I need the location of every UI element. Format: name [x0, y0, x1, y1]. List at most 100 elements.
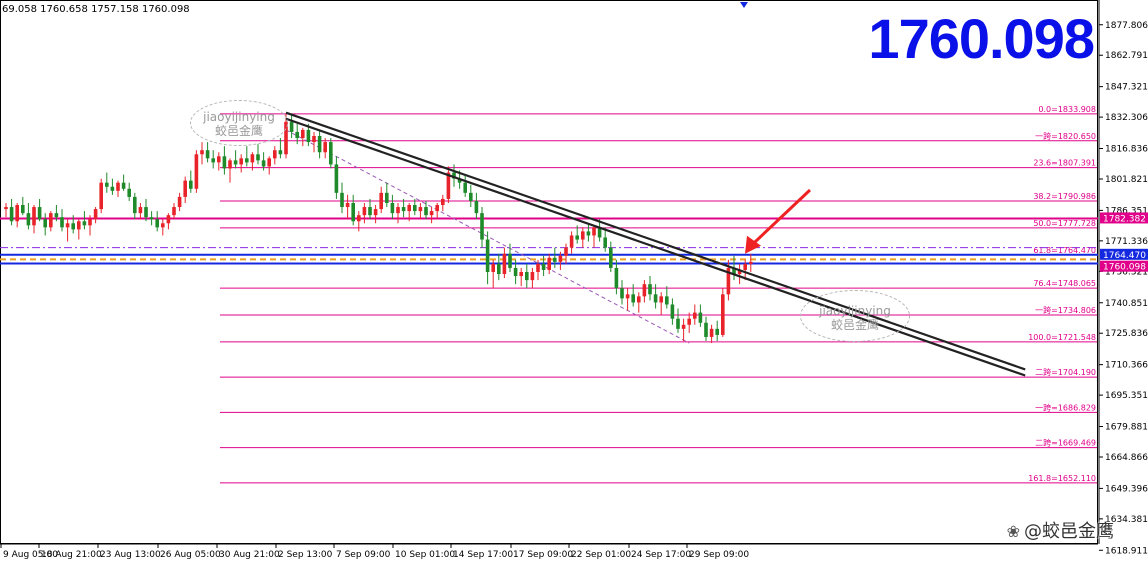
candle-body	[435, 205, 439, 212]
y-axis-tick-label: 1740.851	[1105, 299, 1148, 309]
y-axis-tick-label: 1847.321	[1105, 83, 1148, 93]
candle-body	[441, 198, 445, 206]
candle-body	[401, 207, 406, 212]
candle-body	[345, 202, 350, 208]
candle-body	[239, 158, 243, 165]
candle-body	[54, 213, 59, 218]
candle-body	[267, 158, 271, 167]
candle-body	[177, 196, 182, 208]
candle-body	[407, 205, 411, 212]
ohlc-readout: 69.058 1760.658 1757.158 1760.098	[2, 4, 190, 15]
candle-body	[357, 215, 361, 222]
fib-level-label: 二跨=1704.190	[1035, 368, 1096, 377]
fib-level-label: 二跨=1669.469	[1035, 439, 1096, 448]
candle-body	[43, 219, 47, 228]
candle-body	[502, 253, 507, 275]
current-price-display: 1760.098	[868, 7, 1095, 70]
x-axis-tick-label: 14 Sep 17:00	[453, 550, 513, 560]
candle-body	[485, 239, 490, 272]
candle-body	[49, 213, 53, 228]
candle-body	[37, 207, 42, 220]
candle-body	[278, 150, 283, 155]
x-axis-tick-label: 30 Aug 21:00	[219, 550, 280, 560]
y-axis-tick-label: 1801.821	[1105, 175, 1148, 185]
candle-body	[256, 154, 260, 161]
candle-body	[4, 207, 8, 210]
candle-body	[530, 272, 535, 281]
candle-body	[261, 160, 266, 167]
candle-body	[620, 288, 624, 299]
candle-body	[116, 182, 120, 191]
watermark-en: jiaoyijinying	[819, 304, 891, 318]
candle-body	[704, 322, 708, 337]
candle-body	[385, 192, 389, 203]
candle-body	[491, 263, 495, 272]
candle-body	[497, 263, 501, 275]
candle-body	[413, 205, 417, 212]
candle-body	[558, 255, 563, 262]
candle-body	[709, 328, 714, 337]
candle-body	[513, 267, 518, 277]
candle-body	[317, 136, 322, 153]
candle-body	[65, 223, 70, 228]
candle-body	[60, 217, 64, 228]
trend-channel-upper	[285, 111, 1026, 371]
price-chart[interactable]: 0.0=1833.908 一跨=1820.650 23.6=1807.391 38.2…	[0, 0, 1148, 567]
candle-body	[323, 142, 327, 153]
y-axis-tick-label: 1618.911	[1105, 546, 1148, 556]
x-axis-tick-label: 26 Aug 05:00	[160, 550, 221, 560]
x-axis-tick-label: 10 Sep 01:00	[395, 550, 455, 560]
candle-body	[250, 154, 255, 163]
candle-body	[581, 231, 585, 240]
fib-level-label: 一跨=1734.806	[1035, 306, 1096, 315]
watermark-cn: 蛟邑金鹰	[830, 318, 879, 332]
candle-body	[390, 202, 395, 214]
candle-body	[82, 221, 87, 226]
candle-body	[469, 192, 473, 201]
candle-body	[222, 156, 227, 169]
y-axis-tick-label: 1771.336	[1105, 237, 1148, 247]
candle-body	[648, 284, 652, 295]
candle-body	[21, 205, 25, 214]
candle-body	[93, 209, 98, 220]
candle-body	[194, 154, 199, 189]
fib-level-label: 161.8=1652.110	[1028, 474, 1096, 483]
price-tag-label: 1764.470	[1103, 251, 1146, 261]
y-axis-tick-label: 1649.396	[1105, 484, 1148, 494]
candle-body	[362, 207, 367, 216]
candle-body	[547, 257, 551, 270]
candle-body	[681, 324, 686, 329]
candle-body	[144, 207, 148, 218]
candle-body	[642, 284, 647, 297]
candle-body	[424, 207, 428, 216]
candle-body	[396, 207, 400, 214]
candle-body	[189, 180, 193, 189]
candle-body	[463, 182, 467, 193]
candle-body	[273, 150, 277, 159]
weibo-icon: ❀	[1006, 522, 1020, 541]
candle-body	[9, 207, 14, 222]
candle-body	[233, 160, 238, 165]
candle-body	[121, 182, 126, 189]
fib-level-label: 76.4=1748.065	[1033, 279, 1096, 288]
candle-body	[519, 272, 523, 277]
candle-body	[329, 142, 333, 165]
candle-body	[289, 121, 294, 132]
candle-body	[161, 223, 165, 228]
candle-body	[71, 223, 75, 230]
candle-body	[15, 205, 19, 222]
candle-body	[88, 219, 92, 226]
fib-level-label: 100.0=1721.548	[1028, 333, 1096, 342]
candle-body	[351, 202, 355, 222]
candle-body	[418, 207, 423, 212]
y-axis-tick-label: 1832.306	[1105, 113, 1148, 123]
fib-level-label: 0.0=1833.908	[1038, 105, 1096, 114]
candle-body	[77, 221, 81, 230]
trend-channel-lower	[285, 117, 1026, 377]
candle-body	[133, 196, 137, 214]
candle-body	[575, 235, 579, 240]
brand-text: @蛟邑金鹰	[1024, 521, 1114, 542]
candle-body	[659, 296, 663, 303]
candle-body	[631, 294, 635, 303]
candle-body	[306, 129, 311, 143]
